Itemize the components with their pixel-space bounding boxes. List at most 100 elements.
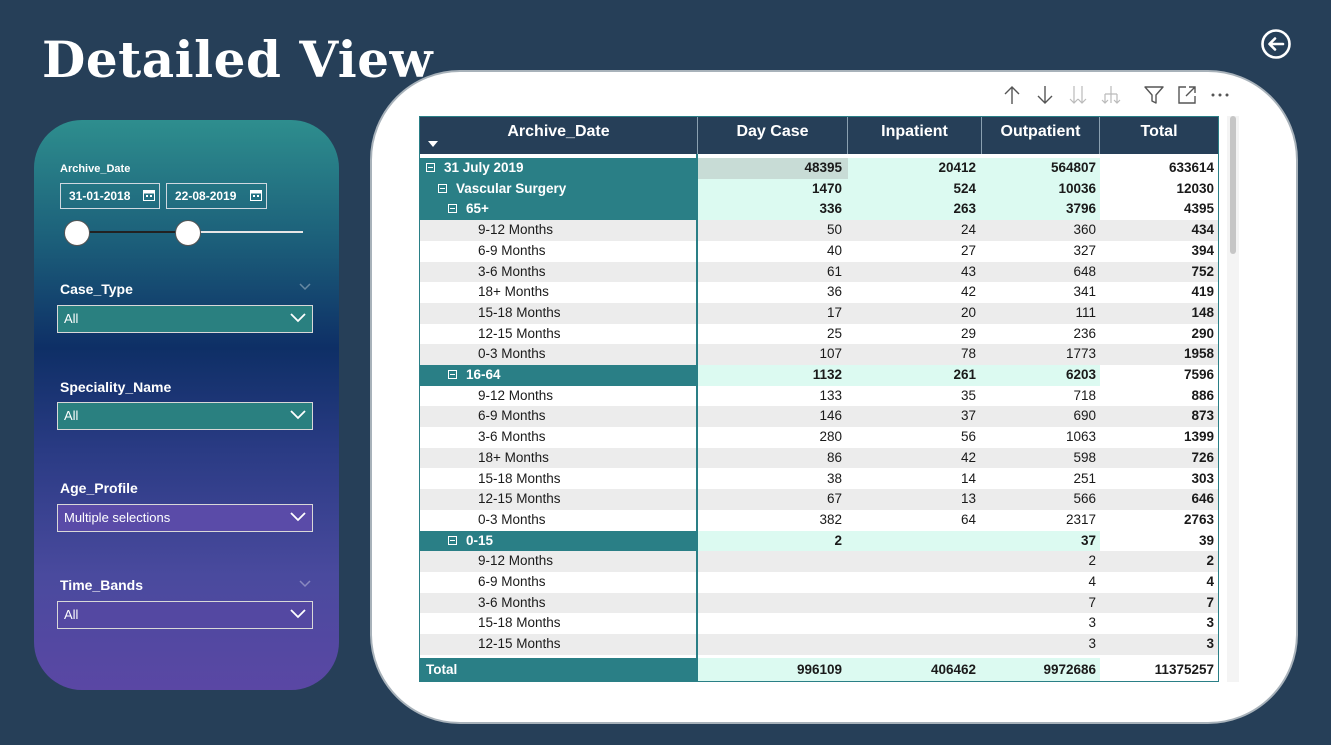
table-row: 6-9 Months 146 37 690 873 — [420, 406, 1218, 428]
value-cell: 394 — [1191, 242, 1214, 258]
age-profile-value: Multiple selections — [64, 510, 171, 525]
row-header-cell: 9-12 Months — [420, 386, 696, 407]
value-cell: 20 — [960, 304, 976, 320]
value-cell: 1773 — [1065, 346, 1096, 362]
age-profile-dropdown[interactable]: Multiple selections — [57, 504, 313, 532]
value-cell: 7596 — [1183, 367, 1214, 382]
end-date-input[interactable]: 22-08-2019 — [166, 183, 267, 209]
expand-hierarchy-button[interactable] — [1096, 80, 1126, 110]
value-cell — [848, 530, 982, 552]
row-label: 9-12 Months — [478, 387, 554, 403]
arrow-down-icon — [1037, 86, 1053, 104]
value-cell: 40 — [826, 242, 842, 258]
row-label: 9-12 Months — [478, 222, 554, 238]
row-header-cell[interactable]: 65+ — [420, 199, 696, 221]
value-cell: 280 — [819, 429, 842, 445]
chevron-down-icon[interactable] — [290, 608, 306, 620]
scrollbar-thumb[interactable] — [1230, 116, 1236, 254]
row-header-cell: 18+ Months — [420, 282, 696, 303]
value-cell: 1132 — [698, 365, 848, 386]
visual-toolbar — [997, 80, 1235, 110]
column-header-total[interactable]: Total — [1100, 117, 1218, 154]
value-cell: 78 — [960, 346, 976, 362]
chevron-down-icon[interactable] — [299, 580, 311, 588]
date-slider-end-handle[interactable] — [175, 220, 201, 246]
value-cell: 341 — [1073, 284, 1096, 300]
column-header-inpatient[interactable]: Inpatient — [848, 117, 982, 154]
end-date-value: 22-08-2019 — [175, 189, 237, 203]
value-cell — [698, 613, 848, 634]
speciality-name-dropdown[interactable]: All — [57, 402, 313, 430]
double-arrow-down-icon — [1069, 86, 1087, 104]
go-to-next-level-button[interactable] — [1063, 80, 1093, 110]
date-slider-start-handle[interactable] — [64, 220, 90, 246]
start-date-input[interactable]: 31-01-2018 — [60, 183, 160, 209]
sort-descending-icon[interactable] — [428, 141, 438, 147]
calendar-icon[interactable] — [143, 189, 155, 201]
filter-icon — [1144, 86, 1164, 104]
value-cell: 38 — [826, 470, 842, 486]
group-row: 31 July 2019 48395 20412 564807 633614 — [420, 158, 1218, 179]
value-cell: 434 — [1191, 222, 1214, 238]
value-cell: 61 — [826, 263, 842, 279]
value-cell: 752 — [1191, 263, 1214, 279]
table-row: 3-6 Months 7 7 — [420, 592, 1218, 614]
value-cell: 382 — [819, 511, 842, 527]
column-header-archive-date[interactable]: Archive_Date — [420, 117, 698, 154]
value-cell: 873 — [1191, 408, 1214, 424]
collapse-icon[interactable] — [438, 183, 447, 193]
row-header-cell[interactable]: 0-15 — [420, 530, 696, 552]
time-bands-dropdown[interactable]: All — [57, 601, 313, 629]
chevron-down-icon[interactable] — [290, 409, 306, 421]
value-cell: 2 — [698, 530, 848, 552]
more-options-button[interactable] — [1205, 80, 1235, 110]
collapse-icon[interactable] — [448, 535, 457, 545]
archive-date-label: Archive_Date — [60, 163, 131, 175]
value-cell — [698, 593, 848, 614]
chevron-down-icon[interactable] — [299, 283, 311, 291]
row-header-cell[interactable]: 16-64 — [420, 365, 696, 386]
row-header-cell[interactable]: 31 July 2019 — [420, 158, 696, 179]
collapse-icon[interactable] — [448, 204, 457, 214]
start-date-value: 31-01-2018 — [69, 189, 131, 203]
calendar-icon[interactable] — [250, 189, 262, 201]
value-cell: 360 — [1073, 222, 1096, 238]
value-cell: 2 — [1088, 553, 1096, 569]
value-cell: 261 — [848, 365, 982, 386]
case-type-dropdown[interactable]: All — [57, 305, 313, 333]
row-label: 0-3 Months — [478, 511, 546, 527]
focus-mode-button[interactable] — [1172, 80, 1202, 110]
row-label: 65+ — [466, 201, 489, 217]
table-row: 15-18 Months 3 3 — [420, 613, 1218, 635]
back-arrow-icon[interactable] — [1260, 28, 1292, 60]
collapse-icon[interactable] — [426, 162, 435, 172]
value-cell: 646 — [1191, 491, 1214, 507]
value-cell: 2763 — [1183, 511, 1214, 527]
filter-button[interactable] — [1139, 80, 1169, 110]
table-row: 15-18 Months 38 14 251 303 — [420, 468, 1218, 490]
drill-down-button[interactable] — [1030, 80, 1060, 110]
collapse-icon[interactable] — [448, 369, 457, 379]
value-cell: 111 — [1075, 304, 1096, 320]
chevron-down-icon[interactable] — [290, 312, 306, 324]
value-cell: 303 — [1191, 470, 1214, 486]
chevron-down-icon[interactable] — [290, 511, 306, 523]
age-profile-label: Age_Profile — [60, 480, 138, 496]
value-cell: 148 — [1191, 304, 1214, 320]
value-cell: 4 — [1088, 574, 1096, 589]
row-header-cell: 15-18 Months — [420, 303, 696, 324]
focus-mode-icon — [1178, 86, 1196, 104]
value-cell: 17 — [826, 304, 842, 320]
group-row: 16-64 1132 261 6203 7596 — [420, 365, 1218, 386]
table-row: 3-6 Months 61 43 648 752 — [420, 261, 1218, 283]
column-header-outpatient[interactable]: Outpatient — [982, 117, 1100, 154]
value-cell: 12030 — [1176, 180, 1214, 196]
value-cell: 886 — [1191, 387, 1214, 403]
row-header-cell: 12-15 Months — [420, 489, 696, 510]
table-row: 18+ Months 36 42 341 419 — [420, 282, 1218, 303]
value-cell: 648 — [1073, 263, 1096, 279]
column-header-day-case[interactable]: Day Case — [698, 117, 848, 154]
table-row: 9-12 Months 50 24 360 434 — [420, 220, 1218, 241]
row-header-cell[interactable]: Vascular Surgery — [420, 178, 696, 200]
drill-up-button[interactable] — [997, 80, 1027, 110]
